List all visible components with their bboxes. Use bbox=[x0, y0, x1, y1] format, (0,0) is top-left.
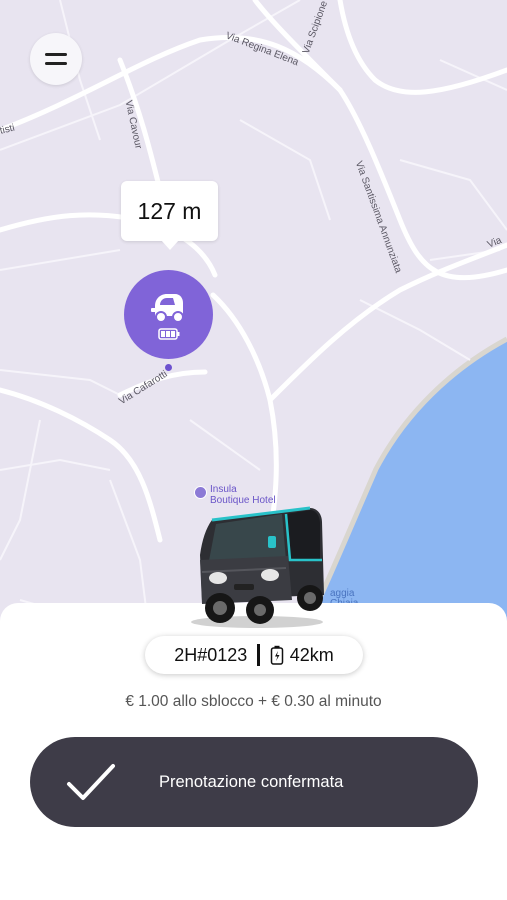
electric-microcar-photo bbox=[191, 506, 324, 628]
location-dot bbox=[165, 364, 172, 371]
booking-confirmed-label: Prenotazione confermata bbox=[159, 773, 344, 791]
vehicle-marker[interactable] bbox=[124, 270, 213, 359]
hamburger-menu-icon bbox=[45, 53, 67, 65]
distance-text: 127 m bbox=[137, 197, 202, 224]
hotel-pin-icon[interactable] bbox=[194, 486, 207, 499]
menu-button[interactable] bbox=[30, 33, 82, 85]
pricing-text: € 1.00 allo sblocco + € 0.30 al minuto bbox=[125, 693, 382, 710]
vehicle-info-pill: 2H#0123 42km bbox=[145, 636, 363, 674]
battery-icon bbox=[157, 327, 179, 340]
divider bbox=[257, 644, 260, 666]
vehicle-range: 42km bbox=[289, 644, 334, 665]
battery-charging-icon bbox=[270, 645, 284, 665]
car-icon bbox=[150, 293, 184, 323]
vehicle-plate: 2H#0123 bbox=[174, 644, 248, 665]
checkmark-icon bbox=[67, 764, 115, 800]
distance-tooltip: 127 m bbox=[121, 181, 218, 250]
poi-name-line1: Insula bbox=[210, 484, 237, 495]
